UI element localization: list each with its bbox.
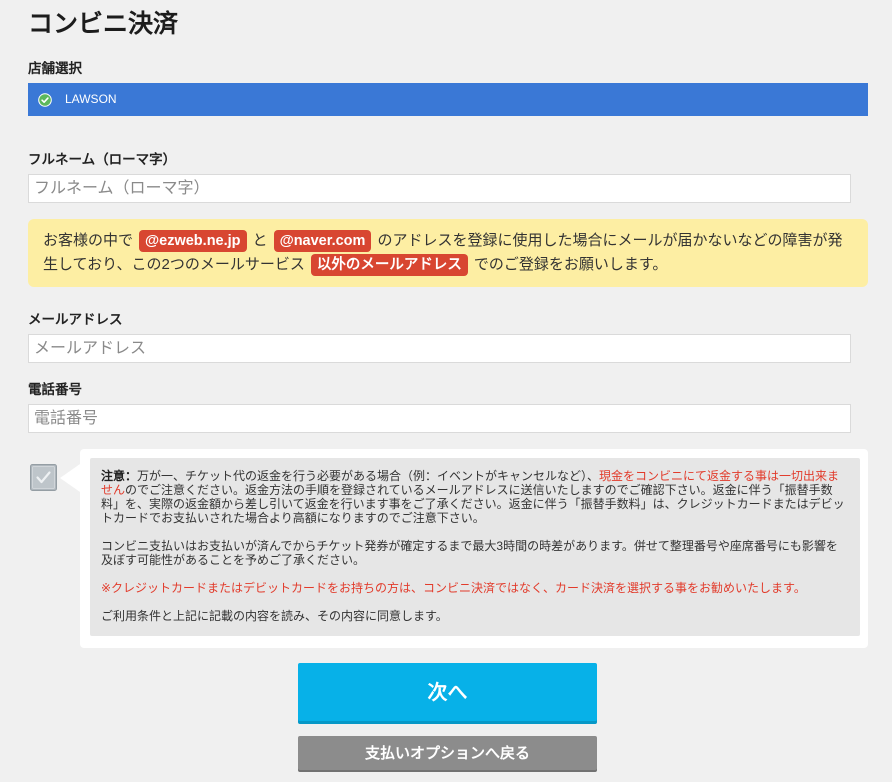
terms-line: 及ぼす可能性があることを予めご了承ください。	[101, 553, 366, 567]
email-domain-notice: お客様の中で @ezweb.ne.jp と @naver.com のアドレスを登録に使用…	[28, 219, 868, 287]
time-lag-paragraph: コンビニ支払いはお支払いが済んでからチケット発券が確定するまで最大3時間の時差が…	[101, 539, 860, 567]
agree-checkbox[interactable]	[30, 464, 57, 491]
terms-line: トカードでお支払いされた場合より高額になりますのでご注意下さい。	[101, 511, 485, 525]
notice-text: のアドレスを登録に使用した場合にメールが届かないなどの障害が発	[377, 232, 843, 249]
other-address-badge: 以外のメールアドレス	[310, 254, 468, 276]
caution-red-text: せん	[101, 483, 126, 497]
phone-label: 電話番号	[28, 382, 82, 397]
terms-line: 料」を、実際の返金額から差し引いて返金を行います事をご了承ください。返金に伴う「…	[101, 497, 845, 511]
fullname-label: フルネーム（ローマ字）	[28, 152, 177, 167]
fullname-input[interactable]	[28, 174, 851, 203]
terms-line: コンビニ支払いはお支払いが済んでからチケット発券が確定するまで最大3時間の時差が…	[101, 539, 838, 553]
card-recommendation-text: ※クレジットカードまたはデビットカードをお持ちの方は、コンビニ決済ではなく、カー…	[101, 581, 806, 595]
email-input[interactable]	[28, 334, 851, 363]
check-circle-icon	[38, 93, 52, 107]
next-button[interactable]: 次へ	[298, 663, 597, 724]
consent-text: ご利用条件と上記に記載の内容を読み、その内容に同意します。	[101, 609, 448, 623]
notice-text: 生しており、この2つのメールサービス	[43, 256, 305, 273]
caution-text: のでご注意ください。返金方法の手順を登録されているメールアドレスに送信いたします…	[125, 483, 833, 497]
card-recommendation-paragraph: ※クレジットカードまたはデビットカードをお持ちの方は、コンビニ決済ではなく、カー…	[101, 581, 860, 595]
back-to-payment-options-button[interactable]: 支払いオプションへ戻る	[298, 736, 597, 772]
caution-red-text: 現金をコンビニにて返金する事は一切出来ま	[599, 469, 840, 483]
notice-line: お客様の中で @ezweb.ne.jp と @naver.com のアドレスを登録に使用…	[43, 229, 868, 253]
checkmark-icon	[30, 464, 57, 491]
terms-box: 注意：万が一、チケット代の返金を行う必要がある場合（例：イベントがキャンセルなど…	[60, 449, 868, 648]
domain-badge-naver: @naver.com	[273, 230, 372, 252]
notice-text: と	[252, 232, 268, 249]
domain-badge-ezweb: @ezweb.ne.jp	[139, 230, 247, 252]
terms-line: 注意：万が一、チケット代の返金を行う必要がある場合（例：イベントがキャンセルなど…	[101, 469, 860, 483]
store-select-label: 店舗選択	[28, 61, 82, 76]
notice-text: でのご登録をお願いします。	[473, 256, 668, 273]
refund-caution-paragraph: 注意：万が一、チケット代の返金を行う必要がある場合（例：イベントがキャンセルなど…	[101, 469, 860, 525]
phone-input[interactable]	[28, 404, 851, 433]
notice-line: 生しており、この2つのメールサービス 以外のメールアドレス でのご登録をお願いします…	[43, 253, 868, 277]
email-label: メールアドレス	[28, 312, 123, 327]
terms-text: 注意：万が一、チケット代の返金を行う必要がある場合（例：イベントがキャンセルなど…	[90, 458, 860, 636]
convenience-store-payment-page: コンビニ決済 店舗選択 LAWSON フルネーム（ローマ字） お客様の中で @ez…	[0, 0, 892, 782]
store-option-selected[interactable]: LAWSON	[28, 83, 868, 116]
notice-text: お客様の中で	[43, 232, 134, 249]
consent-paragraph: ご利用条件と上記に記載の内容を読み、その内容に同意します。	[101, 609, 860, 623]
caution-label: 注意：	[101, 469, 138, 483]
terms-line: せんのでご注意ください。返金方法の手順を登録されているメールアドレスに送信いたし…	[101, 483, 860, 497]
store-name: LAWSON	[65, 92, 117, 106]
caution-text: 万が一、チケット代の返金を行う必要がある場合（例：イベントがキャンセルなど）、	[137, 469, 600, 483]
page-title: コンビニ決済	[28, 10, 179, 38]
